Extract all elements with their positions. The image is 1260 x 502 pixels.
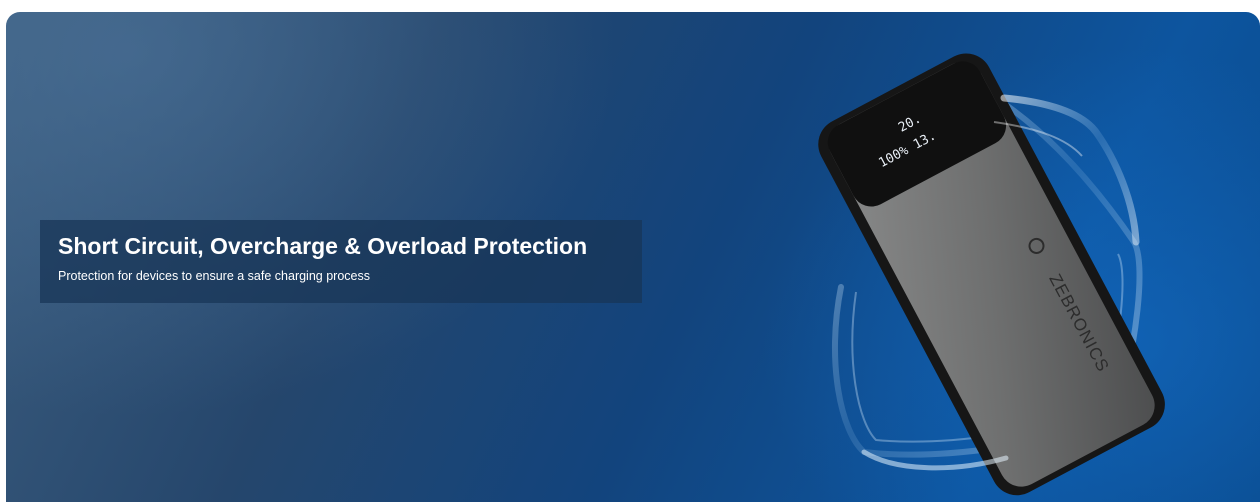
banner-title: Short Circuit, Overcharge & Overload Pro…	[58, 233, 588, 259]
banner-subtitle: Protection for devices to ensure a safe …	[58, 269, 370, 283]
power-bank-image: 20. 100% 13. ZEBRONICS	[818, 53, 1165, 496]
caption-box: Short Circuit, Overcharge & Overload Pro…	[40, 220, 642, 303]
power-bank-body: 20. 100% 13. ZEBRONICS	[818, 53, 1165, 496]
protection-banner: Short Circuit, Overcharge & Overload Pro…	[6, 12, 1260, 502]
